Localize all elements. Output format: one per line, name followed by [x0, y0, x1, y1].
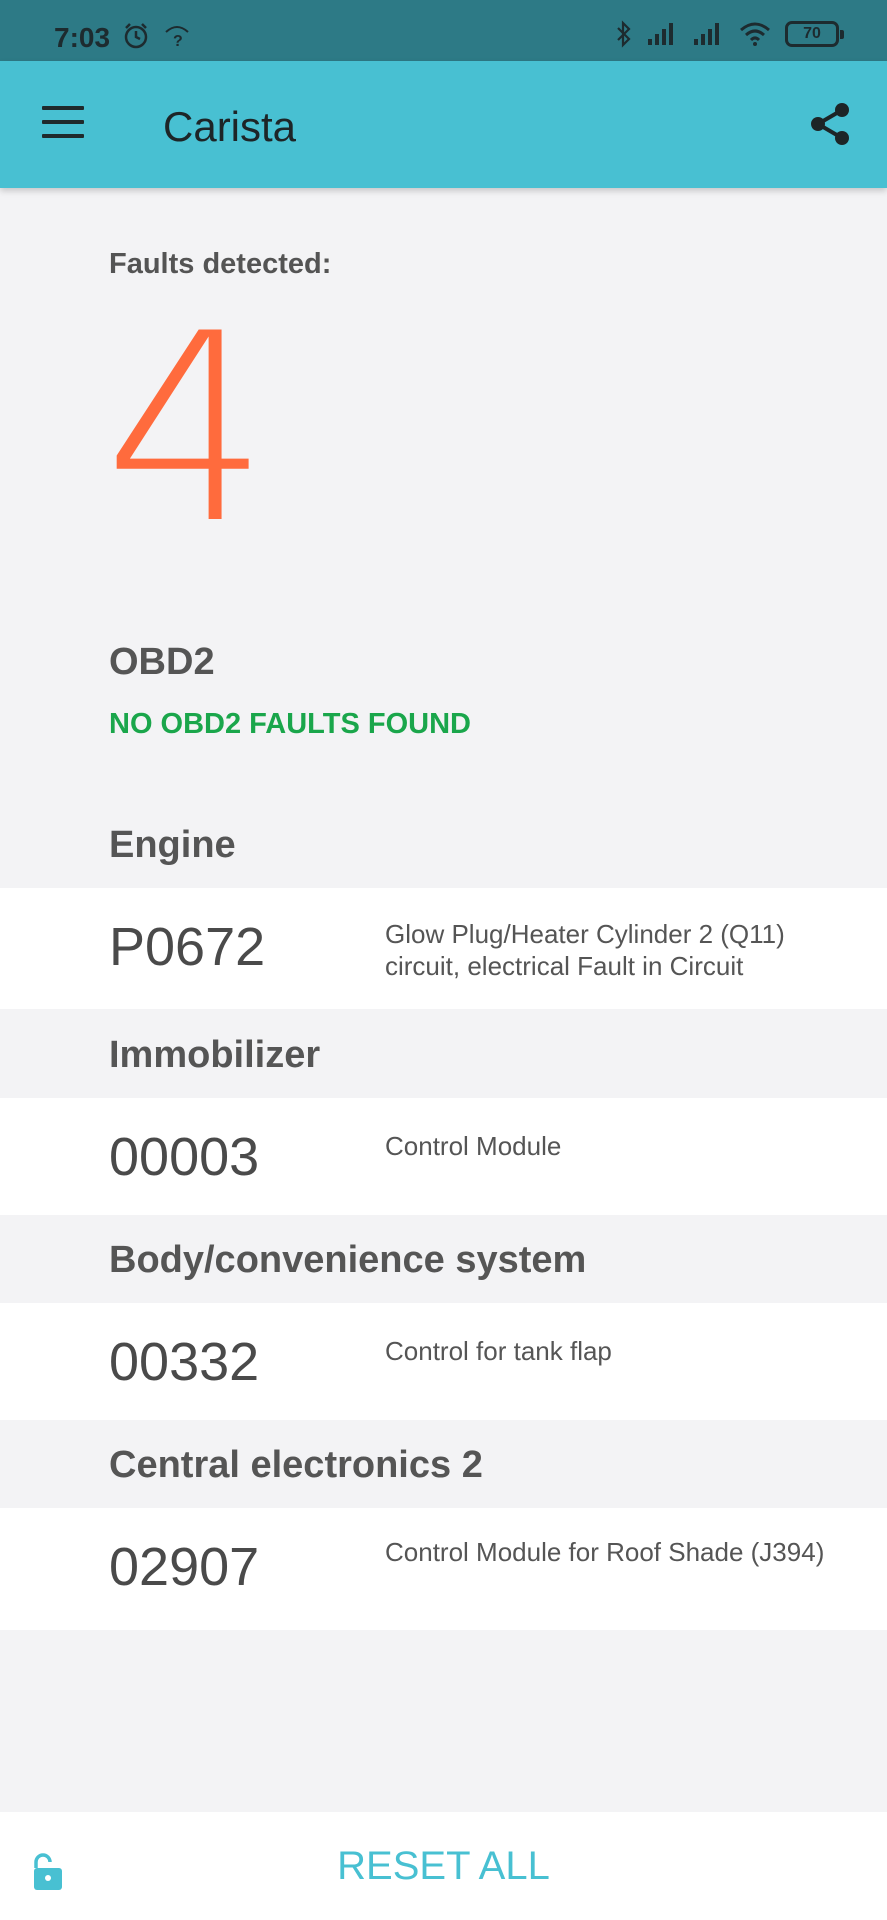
fault-code: P0672	[109, 917, 266, 977]
obd2-title: OBD2	[109, 641, 215, 683]
section-header-immobilizer: Immobilizer	[109, 1034, 321, 1076]
reset-all-button[interactable]: RESET ALL	[0, 1812, 887, 1920]
fault-row[interactable]: 00332 Control for tank flap	[0, 1303, 887, 1420]
section-header-body-convenience: Body/convenience system	[109, 1239, 587, 1281]
faults-count: 4	[104, 279, 270, 581]
svg-text:?: ?	[173, 33, 183, 48]
signal-icon	[648, 23, 673, 45]
fault-description: Control Module	[385, 1131, 562, 1161]
unlock-icon[interactable]	[28, 1852, 68, 1892]
status-time: 7:03	[54, 22, 111, 53]
section-header-engine: Engine	[109, 824, 236, 866]
fault-row[interactable]: 00003 Control Module	[0, 1098, 887, 1215]
fault-code: 00332	[109, 1332, 260, 1392]
fault-code: 00003	[109, 1127, 260, 1187]
fault-description: Control Module for Roof Shade (J394)	[385, 1537, 825, 1567]
bottom-bar: RESET ALL	[0, 1812, 887, 1920]
app-title: Carista	[163, 103, 297, 150]
alarm-icon	[124, 23, 148, 49]
share-icon[interactable]	[805, 99, 855, 149]
bluetooth-icon	[617, 20, 631, 48]
battery-icon: 70	[785, 21, 844, 47]
fault-row[interactable]: 02907 Control Module for Roof Shade (J39…	[0, 1508, 887, 1630]
fault-description: Glow Plug/Heater Cylinder 2 (Q11) circui…	[385, 919, 785, 981]
wifi-icon	[740, 22, 770, 46]
fault-description: Control for tank flap	[385, 1336, 612, 1366]
wifi-question-icon: ?	[165, 26, 189, 48]
status-bar: 7:03 ? 70	[0, 0, 887, 61]
signal-icon	[694, 23, 719, 45]
menu-icon[interactable]	[42, 106, 84, 138]
app-bar: Carista	[0, 61, 887, 188]
section-header-central-electronics: Central electronics 2	[109, 1444, 483, 1486]
fault-code: 02907	[109, 1537, 260, 1597]
faults-label: Faults detected:	[109, 248, 332, 280]
obd2-status: NO OBD2 FAULTS FOUND	[109, 708, 471, 740]
fault-row[interactable]: P0672 Glow Plug/Heater Cylinder 2 (Q11) …	[0, 888, 887, 1009]
